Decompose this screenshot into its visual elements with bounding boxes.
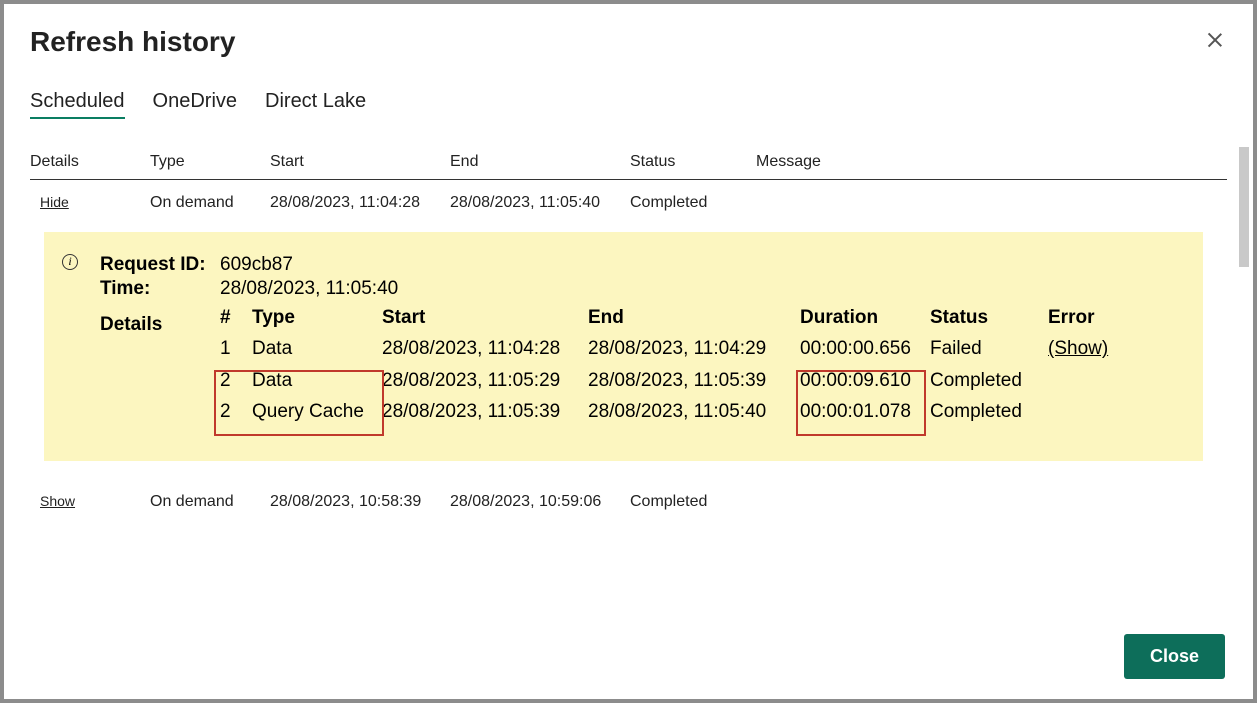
tab-direct-lake[interactable]: Direct Lake xyxy=(265,90,366,119)
sub-type: Query Cache xyxy=(252,396,382,427)
row-type: On demand xyxy=(150,194,270,212)
col-message: Message xyxy=(756,153,1227,171)
dialog-header: Refresh history xyxy=(4,4,1253,72)
sub-end: 28/08/2023, 11:05:40 xyxy=(588,396,800,427)
error-show-link[interactable]: (Show) xyxy=(1048,338,1108,359)
sub-num: 1 xyxy=(220,333,252,364)
row-type: On demand xyxy=(150,493,270,511)
sub-duration: 00:00:00.656 xyxy=(800,333,930,364)
sub-status: Completed xyxy=(930,365,1048,396)
sub-type: Data xyxy=(252,333,382,364)
row-status: Completed xyxy=(630,194,756,212)
sub-status: Failed xyxy=(930,333,1048,364)
sub-start: 28/08/2023, 11:05:39 xyxy=(382,396,588,427)
sub-start: 28/08/2023, 11:04:28 xyxy=(382,333,588,364)
details-label: Details xyxy=(100,314,162,336)
time-label: Time: xyxy=(100,278,220,300)
row-status: Completed xyxy=(630,493,756,511)
request-id-label: Request ID: xyxy=(100,254,220,276)
sub-row: 1 Data 28/08/2023, 11:04:28 28/08/2023, … xyxy=(220,333,1175,364)
sub-row: 2 Query Cache 28/08/2023, 11:05:39 28/08… xyxy=(220,396,1175,427)
row-start: 28/08/2023, 11:04:28 xyxy=(270,194,450,212)
time-value: 28/08/2023, 11:05:40 xyxy=(220,278,398,300)
sub-col-duration: Duration xyxy=(800,302,930,333)
history-row: Show On demand 28/08/2023, 10:58:39 28/0… xyxy=(30,479,1227,525)
sub-col-end: End xyxy=(588,302,800,333)
refresh-history-dialog: Refresh history Scheduled OneDrive Direc… xyxy=(4,4,1253,699)
sub-duration: 00:00:01.078 xyxy=(800,396,930,427)
sub-num: 2 xyxy=(220,396,252,427)
tab-scheduled[interactable]: Scheduled xyxy=(30,90,125,119)
content-area: Details Type Start End Status Message Hi… xyxy=(4,129,1253,618)
sub-num: 2 xyxy=(220,365,252,396)
sub-status: Completed xyxy=(930,396,1048,427)
history-row: Hide On demand 28/08/2023, 11:04:28 28/0… xyxy=(30,180,1227,226)
info-icon: i xyxy=(62,254,78,270)
request-id-value: 609cb87 xyxy=(220,254,293,276)
sub-col-status: Status xyxy=(930,302,1048,333)
scrollbar[interactable] xyxy=(1239,147,1249,267)
sub-end: 28/08/2023, 11:04:29 xyxy=(588,333,800,364)
sub-end: 28/08/2023, 11:05:39 xyxy=(588,365,800,396)
sub-col-start: Start xyxy=(382,302,588,333)
col-status: Status xyxy=(630,153,756,171)
toggle-hide-link[interactable]: Hide xyxy=(30,194,69,210)
sub-duration: 00:00:09.610 xyxy=(800,365,930,396)
details-sub-table: # Type Start End Duration Status Error 1… xyxy=(64,302,1175,427)
sub-col-error: Error xyxy=(1048,302,1128,333)
sub-table-header: # Type Start End Duration Status Error xyxy=(220,302,1175,333)
tab-onedrive[interactable]: OneDrive xyxy=(153,90,237,119)
sub-type: Data xyxy=(252,365,382,396)
toggle-show-link[interactable]: Show xyxy=(30,493,75,509)
column-headers: Details Type Start End Status Message xyxy=(30,147,1227,180)
row-end: 28/08/2023, 10:59:06 xyxy=(450,493,630,511)
col-details: Details xyxy=(30,153,150,171)
sub-row: 2 Data 28/08/2023, 11:05:29 28/08/2023, … xyxy=(220,365,1175,396)
row-start: 28/08/2023, 10:58:39 xyxy=(270,493,450,511)
sub-col-type: Type xyxy=(252,302,382,333)
sub-start: 28/08/2023, 11:05:29 xyxy=(382,365,588,396)
col-end: End xyxy=(450,153,630,171)
details-meta: Request ID: 609cb87 Time: 28/08/2023, 11… xyxy=(64,254,1175,300)
col-start: Start xyxy=(270,153,450,171)
dialog-title: Refresh history xyxy=(30,26,235,58)
col-type: Type xyxy=(150,153,270,171)
dialog-footer: Close xyxy=(4,618,1253,699)
row-end: 28/08/2023, 11:05:40 xyxy=(450,194,630,212)
close-icon[interactable] xyxy=(1207,32,1223,48)
sub-col-num: # xyxy=(220,302,252,333)
details-panel: i Request ID: 609cb87 Time: 28/08/2023, … xyxy=(44,232,1203,461)
close-button[interactable]: Close xyxy=(1124,634,1225,679)
tabs: Scheduled OneDrive Direct Lake xyxy=(4,72,1253,129)
